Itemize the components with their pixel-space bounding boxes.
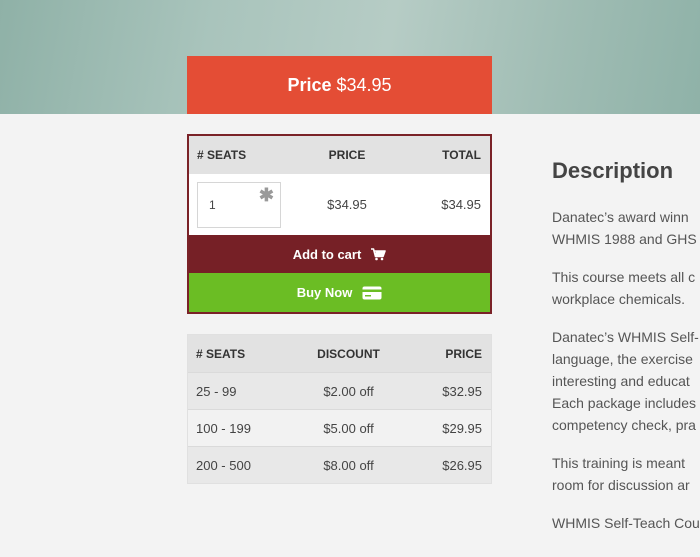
discount-amount: $2.00 off — [323, 383, 374, 399]
seats-range: 100 - 199 — [196, 420, 251, 436]
description-line: Danatec’s WHMIS Self- — [552, 329, 699, 345]
discount-price: $29.95 — [442, 420, 482, 436]
credit-card-icon — [362, 286, 382, 300]
price-label: Price — [287, 74, 332, 95]
discount-amount: $8.00 off — [323, 457, 374, 473]
table-row: 25 - 99 $2.00 off $32.95 — [188, 372, 491, 409]
description-line: WHMIS 1988 and GHS V — [552, 231, 700, 247]
description-line: This course meets all c — [552, 269, 696, 285]
description-line: competency check, pra — [552, 417, 696, 433]
header-price: PRICE — [328, 148, 366, 162]
description-paragraph: Danatec’s WHMIS Self- language, the exer… — [552, 326, 700, 436]
discount-price: $32.95 — [442, 383, 482, 399]
buy-now-button[interactable]: Buy Now — [189, 273, 490, 312]
description-line: WHMIS Self-Teach Cou — [552, 515, 700, 531]
line-total: $34.95 — [441, 197, 481, 212]
header-total: TOTAL — [442, 148, 481, 162]
description-line: room for discussion ar — [552, 477, 690, 493]
header-discount: DISCOUNT — [317, 346, 380, 361]
description-paragraph: This course meets all c workplace chemic… — [552, 266, 700, 310]
header-seats: # SEATS — [196, 346, 246, 361]
description-section: Description Danatec’s award winn WHMIS 1… — [552, 158, 700, 550]
description-line: interesting and educat — [552, 373, 690, 389]
header-price: PRICE — [445, 346, 482, 361]
discount-amount: $5.00 off — [323, 420, 374, 436]
description-line: workplace chemicals. — [552, 291, 686, 307]
required-marker: ✱ — [258, 184, 274, 205]
price-value: $34.95 — [336, 74, 392, 95]
seats-range: 25 - 99 — [196, 383, 237, 399]
quantity-value: 1 — [209, 197, 216, 212]
buy-now-label: Buy Now — [296, 285, 353, 300]
seats-range: 200 - 500 — [196, 457, 251, 473]
description-line: language, the exercise — [552, 351, 693, 367]
table-row: 100 - 199 $5.00 off $29.95 — [188, 409, 491, 446]
header-seats: # SEATS — [197, 148, 247, 162]
quantity-input[interactable]: 1 ✱ — [197, 181, 281, 228]
cart-box: # SEATS PRICE TOTAL 1 ✱ $34.95 $34.95 Ad… — [187, 134, 492, 314]
price-banner: Price $34.95 — [187, 56, 492, 114]
table-row: 200 - 500 $8.00 off $26.95 — [188, 446, 491, 483]
cart-table-header: # SEATS PRICE TOTAL — [189, 136, 490, 174]
description-paragraph: This training is meant room for discussi… — [552, 452, 700, 496]
description-paragraph: Danatec’s award winn WHMIS 1988 and GHS … — [552, 206, 700, 250]
description-line: Each package includes — [552, 395, 696, 411]
cart-table-row: 1 ✱ $34.95 $34.95 — [189, 174, 490, 235]
add-to-cart-label: Add to cart — [292, 246, 362, 262]
description-line: This training is meant — [552, 455, 686, 471]
add-to-cart-button[interactable]: Add to cart — [189, 235, 490, 273]
shopping-cart-icon — [371, 247, 387, 261]
discount-price: $26.95 — [442, 457, 482, 473]
description-paragraph: WHMIS Self-Teach Cou — [552, 512, 700, 534]
unit-price: $34.95 — [327, 197, 367, 212]
description-line: Danatec’s award winn — [552, 209, 689, 225]
description-title: Description — [552, 158, 674, 183]
discount-table: # SEATS DISCOUNT PRICE 25 - 99 $2.00 off… — [187, 334, 492, 484]
discount-table-header: # SEATS DISCOUNT PRICE — [188, 335, 491, 372]
